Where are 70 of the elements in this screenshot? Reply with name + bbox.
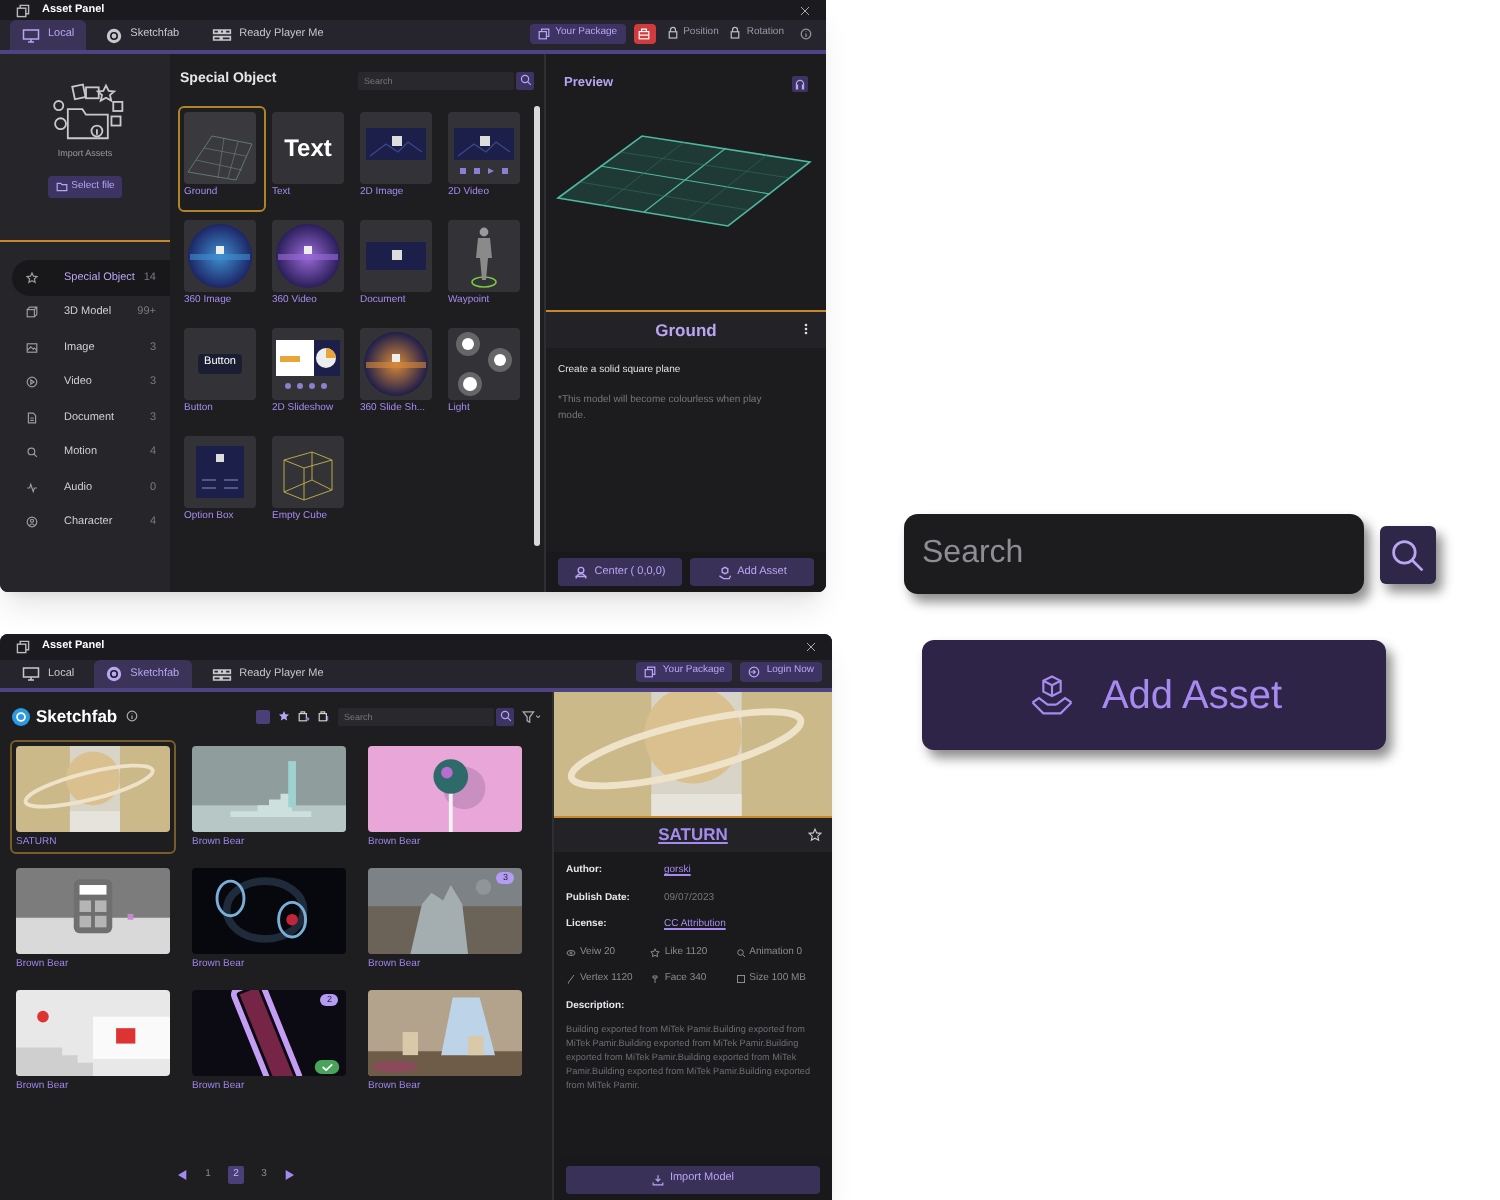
box-hands-icon bbox=[717, 565, 732, 579]
search-button[interactable] bbox=[1380, 526, 1436, 584]
filter-icon[interactable] bbox=[522, 709, 540, 723]
star-icon bbox=[26, 271, 38, 284]
document-icon bbox=[26, 411, 38, 424]
search-icon bbox=[519, 74, 531, 86]
window-icon bbox=[16, 3, 30, 17]
info-icon bbox=[800, 27, 812, 39]
star-icon bbox=[650, 947, 661, 958]
video-card-drawing bbox=[448, 112, 520, 184]
box-icon bbox=[644, 666, 657, 678]
folder-icon bbox=[55, 181, 68, 192]
star-icon[interactable] bbox=[808, 828, 822, 842]
close-icon bbox=[806, 642, 816, 652]
slideshow-drawing bbox=[272, 328, 344, 400]
headset-icon bbox=[794, 77, 806, 90]
magnifier-icon bbox=[735, 947, 746, 958]
star-icon[interactable] bbox=[278, 710, 290, 722]
thumbnail-text: Text bbox=[284, 136, 332, 160]
sphere-drawing bbox=[184, 220, 256, 292]
blocks-icon bbox=[211, 28, 232, 42]
previous-icon[interactable] bbox=[178, 1169, 188, 1179]
wireframe-cube-drawing bbox=[272, 436, 344, 508]
box-icon bbox=[537, 27, 550, 39]
monitor-icon bbox=[22, 666, 40, 682]
lock-icon bbox=[730, 26, 741, 40]
sphere-drawing bbox=[360, 328, 432, 400]
search-icon bbox=[499, 710, 511, 722]
sphere-drawing bbox=[272, 220, 344, 292]
lock-icon bbox=[667, 26, 678, 40]
eye-icon bbox=[566, 947, 576, 958]
info-icon bbox=[125, 710, 138, 722]
magnifier-icon bbox=[26, 446, 38, 459]
monitor-icon bbox=[22, 27, 40, 43]
add-asset-button[interactable]: Add Asset bbox=[922, 640, 1386, 750]
window-icon bbox=[16, 640, 30, 654]
search-field[interactable]: Search bbox=[904, 514, 1364, 594]
search-button[interactable] bbox=[496, 707, 514, 725]
grid-plane-drawing bbox=[184, 112, 256, 184]
image-card-drawing bbox=[360, 112, 432, 184]
logo-icon bbox=[12, 707, 30, 725]
search-button[interactable] bbox=[516, 71, 534, 89]
square-icon bbox=[735, 974, 746, 985]
figure-drawing bbox=[448, 220, 520, 292]
cube-icon bbox=[26, 306, 38, 319]
scrollbar[interactable] bbox=[534, 106, 540, 546]
login-icon bbox=[748, 666, 761, 678]
person-icon bbox=[26, 516, 38, 529]
document-card-drawing bbox=[360, 220, 432, 292]
bag-icon[interactable] bbox=[298, 710, 310, 722]
close-icon bbox=[800, 5, 810, 15]
next-icon[interactable] bbox=[284, 1169, 294, 1179]
play-icon bbox=[26, 376, 38, 389]
download-icon bbox=[651, 1173, 664, 1185]
image-icon bbox=[26, 341, 38, 354]
bag-icon bbox=[638, 27, 651, 39]
option-box-drawing bbox=[184, 436, 256, 508]
bag-icon[interactable] bbox=[318, 710, 330, 722]
person-icon bbox=[574, 565, 589, 579]
bag-button[interactable] bbox=[633, 23, 656, 43]
waveform-icon bbox=[26, 481, 38, 494]
blocks-icon bbox=[211, 667, 232, 681]
model-title[interactable]: SATURN bbox=[658, 822, 728, 848]
panel-title: Sketchfab bbox=[36, 703, 118, 729]
light-drawing bbox=[448, 328, 520, 400]
search-icon bbox=[1390, 537, 1426, 573]
logo-icon bbox=[106, 27, 123, 43]
asset-name: Ground bbox=[655, 317, 717, 343]
logo-icon bbox=[106, 666, 123, 682]
headset-button[interactable] bbox=[792, 75, 808, 92]
